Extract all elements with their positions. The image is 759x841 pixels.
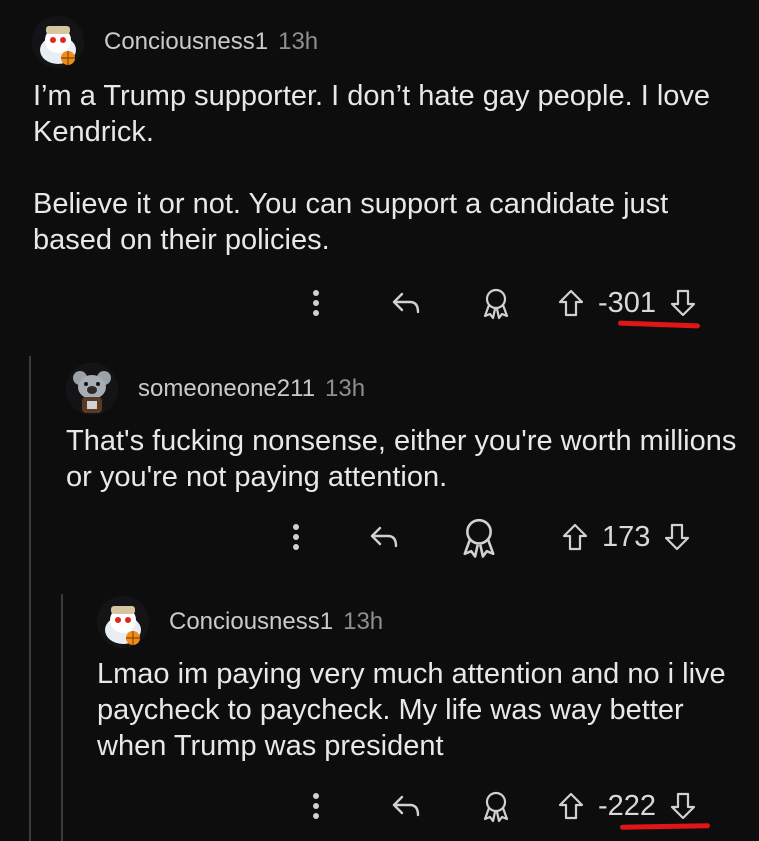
downvote-arrow-icon[interactable] xyxy=(660,523,694,551)
username[interactable]: someoneone211 xyxy=(138,375,315,403)
timestamp: 13h xyxy=(278,28,319,55)
comment-header: someoneone211 13h xyxy=(66,363,365,415)
vote-score: -222 xyxy=(598,789,657,822)
timestamp: 13h xyxy=(325,375,366,402)
score-highlight-underline xyxy=(619,823,711,830)
comment-body: That's fucking nonsense, either you're w… xyxy=(66,423,746,495)
comment-paragraph: Believe it or not. You can support a can… xyxy=(33,188,669,256)
reply-icon[interactable] xyxy=(386,793,426,819)
username[interactable]: Conciousness1 xyxy=(169,608,333,636)
award-icon[interactable] xyxy=(476,789,516,823)
avatar[interactable] xyxy=(66,363,118,415)
comment: Conciousness1 13h Lmao im paying very mu… xyxy=(64,588,759,841)
comment-body: I’m a Trump supporter. I don’t hate gay … xyxy=(33,78,723,258)
thread-line[interactable] xyxy=(29,356,31,841)
timestamp: 13h xyxy=(343,608,384,635)
comment-actions: -222 xyxy=(300,786,700,826)
reply-icon[interactable] xyxy=(364,524,404,550)
downvote-arrow-icon[interactable] xyxy=(666,289,700,317)
comment-actions: -301 xyxy=(300,283,700,323)
comment-body: Lmao im paying very much attention and n… xyxy=(97,656,747,764)
award-icon[interactable] xyxy=(454,515,504,559)
comment-header: Conciousness1 13h xyxy=(97,596,383,648)
upvote-arrow-icon[interactable] xyxy=(554,289,588,317)
upvote-arrow-icon[interactable] xyxy=(554,792,588,820)
comment: someoneone211 13h That's fucking nonsens… xyxy=(54,355,759,585)
comment-paragraph: Lmao im paying very much attention and n… xyxy=(97,658,726,762)
downvote-arrow-icon[interactable] xyxy=(666,792,700,820)
more-vertical-icon[interactable] xyxy=(280,523,312,551)
comment: Conciousness1 13h I’m a Trump supporter.… xyxy=(0,0,759,350)
comment-paragraph: That's fucking nonsense, either you're w… xyxy=(66,425,737,493)
comment-actions: 173 xyxy=(280,515,694,559)
vote-score: 173 xyxy=(602,520,651,553)
username[interactable]: Conciousness1 xyxy=(104,28,268,56)
more-vertical-icon[interactable] xyxy=(300,289,332,317)
thread-line[interactable] xyxy=(61,594,63,841)
avatar[interactable] xyxy=(97,596,149,648)
avatar[interactable] xyxy=(32,16,84,68)
comment-paragraph: I’m a Trump supporter. I don’t hate gay … xyxy=(33,80,711,148)
award-icon[interactable] xyxy=(476,286,516,320)
more-vertical-icon[interactable] xyxy=(300,792,332,820)
vote-score: -301 xyxy=(598,286,657,319)
comment-header: Conciousness1 13h xyxy=(32,16,318,68)
reply-icon[interactable] xyxy=(386,290,426,316)
upvote-arrow-icon[interactable] xyxy=(558,523,592,551)
